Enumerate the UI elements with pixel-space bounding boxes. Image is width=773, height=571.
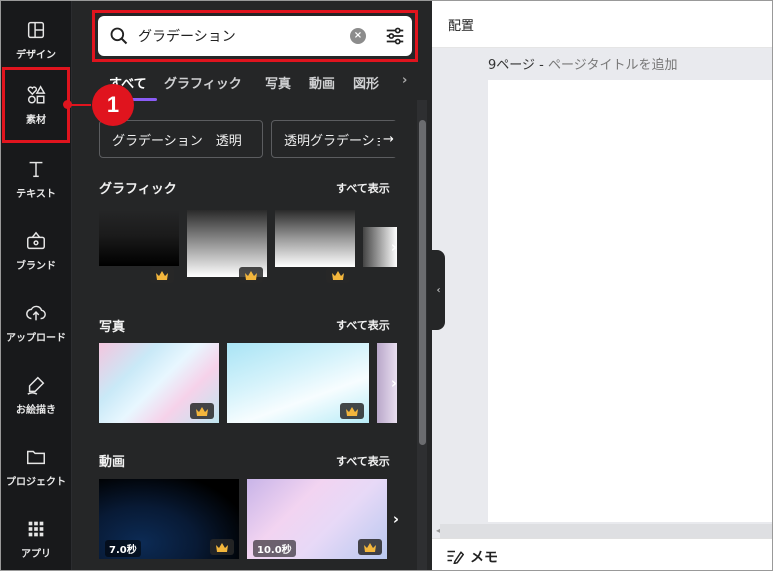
sidebar-item-label: テキスト	[16, 189, 56, 200]
section-title-photos: 写真	[99, 320, 126, 335]
tab-videos[interactable]: 動画	[309, 73, 335, 92]
draw-icon	[27, 376, 45, 395]
panel-scrollbar-thumb[interactable]	[419, 120, 426, 445]
apps-icon	[28, 521, 44, 537]
premium-crown-icon	[326, 267, 350, 283]
photos-next-icon[interactable]: ›	[385, 370, 403, 396]
sidebar-item-label: プロジェクト	[6, 477, 66, 488]
annotation-highlight-box	[2, 67, 70, 143]
show-all-photos-link[interactable]: すべて表示	[336, 317, 390, 333]
annotation-step-badge: 1	[92, 84, 134, 126]
sidebar-item-draw[interactable]: お絵描き	[0, 363, 72, 427]
editor-toolbar: 配置	[432, 0, 773, 48]
premium-crown-icon	[210, 539, 234, 555]
layout-icon	[27, 21, 45, 39]
sidebar-item-upload[interactable]: アップロード	[0, 291, 72, 355]
chips-next-icon[interactable]: →	[380, 121, 397, 157]
suggestion-chip[interactable]: 透明グラデーショ	[271, 120, 397, 158]
section-title-videos: 動画	[99, 455, 126, 470]
search-input[interactable]	[138, 16, 338, 56]
show-all-graphics-link[interactable]: すべて表示	[336, 180, 390, 196]
editor-footer: メモ	[432, 538, 773, 571]
page-title-input[interactable]: ページタイトルを追加	[548, 58, 677, 73]
annotation-dot	[63, 100, 72, 109]
horizontal-scrollbar[interactable]	[440, 524, 773, 538]
premium-crown-icon	[150, 267, 174, 283]
sidebar-item-text[interactable]: テキスト	[0, 147, 72, 211]
sidebar-item-projects[interactable]: プロジェクト	[0, 435, 72, 499]
position-button[interactable]: 配置	[448, 15, 474, 34]
graphic-thumbnail[interactable]	[275, 210, 355, 267]
design-page[interactable]	[488, 80, 773, 522]
premium-crown-icon	[340, 403, 364, 419]
tabs-next-icon[interactable]: ›	[402, 73, 407, 88]
premium-crown-icon	[358, 539, 382, 555]
page-header: 9ページ - ページタイトルを追加	[488, 54, 677, 73]
folder-icon	[27, 450, 45, 465]
sidebar-item-apps[interactable]: アプリ	[0, 507, 72, 571]
graphic-thumbnail[interactable]	[99, 210, 179, 266]
notes-icon[interactable]	[446, 548, 464, 564]
section-title-graphics: グラフィック	[99, 182, 177, 197]
sidebar-item-label: アプリ	[21, 549, 51, 560]
brand-icon	[27, 231, 45, 250]
filter-icon[interactable]	[384, 25, 406, 47]
premium-crown-icon	[239, 267, 263, 283]
premium-crown-icon	[190, 403, 214, 419]
annotation-connector	[69, 104, 91, 106]
tab-shapes[interactable]: 図形	[353, 73, 379, 92]
sidebar-item-label: お絵描き	[16, 405, 56, 416]
suggestion-chip-label: 透明グラデーショ	[284, 133, 388, 149]
sidebar-item-brand[interactable]: ブランド	[0, 219, 72, 283]
show-all-videos-link[interactable]: すべて表示	[336, 453, 390, 469]
graphics-next-icon[interactable]: ›	[385, 234, 403, 260]
sidebar-item-label: アップロード	[6, 333, 66, 344]
notes-label[interactable]: メモ	[470, 547, 498, 567]
sidebar-item-label: ブランド	[16, 261, 56, 272]
page-number: 9ページ -	[488, 58, 544, 73]
scroll-left-icon[interactable]: ◂	[436, 526, 444, 536]
video-duration: 7.0秒	[105, 540, 141, 557]
videos-next-icon[interactable]: ›	[387, 506, 405, 532]
search-field[interactable]: ×	[98, 16, 412, 56]
upload-icon	[26, 305, 46, 321]
tab-graphics[interactable]: グラフィック	[164, 73, 242, 92]
text-icon	[29, 161, 43, 178]
video-duration: 10.0秒	[253, 540, 296, 557]
sidebar-item-design[interactable]: デザイン	[0, 8, 72, 72]
suggestion-chip[interactable]: グラデーション 透明	[99, 120, 263, 158]
clear-search-icon[interactable]: ×	[350, 28, 366, 44]
collapse-panel-icon[interactable]: ‹	[432, 250, 445, 330]
search-icon	[110, 27, 128, 45]
tab-photos[interactable]: 写真	[265, 73, 291, 92]
sidebar-item-label: デザイン	[16, 50, 56, 61]
